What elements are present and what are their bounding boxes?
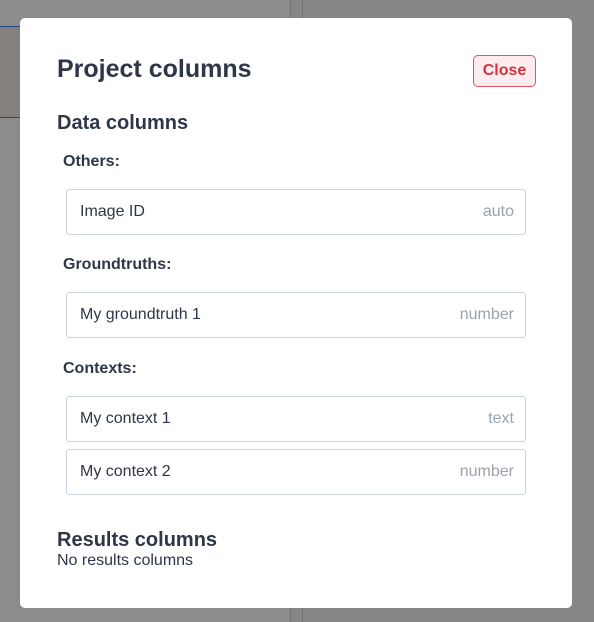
column-row-context-2: My context 2 number: [66, 449, 526, 495]
groundtruths-group-label: Groundtruths:: [63, 256, 172, 273]
column-name: My context 1: [80, 410, 171, 427]
project-columns-modal: Project columns Close Data columns Other…: [20, 18, 572, 608]
column-type: auto: [482, 203, 514, 220]
close-button[interactable]: Close: [473, 55, 536, 87]
contexts-group-label: Contexts:: [63, 360, 137, 377]
no-results-columns-text: No results columns: [57, 552, 194, 569]
column-name: My context 2: [80, 463, 171, 480]
column-type: number: [459, 306, 514, 323]
others-group-label: Others:: [63, 153, 120, 170]
results-columns-heading: Results columns: [57, 529, 218, 551]
column-name: Image ID: [80, 203, 145, 220]
column-row-context-1: My context 1 text: [66, 396, 526, 442]
data-columns-heading: Data columns: [57, 112, 189, 134]
column-type: text: [488, 410, 514, 427]
column-row-groundtruth-1: My groundtruth 1 number: [66, 292, 526, 338]
modal-title: Project columns: [57, 55, 252, 83]
column-name: My groundtruth 1: [80, 306, 201, 323]
column-row-image-id: Image ID auto: [66, 189, 526, 235]
column-type: number: [459, 463, 514, 480]
